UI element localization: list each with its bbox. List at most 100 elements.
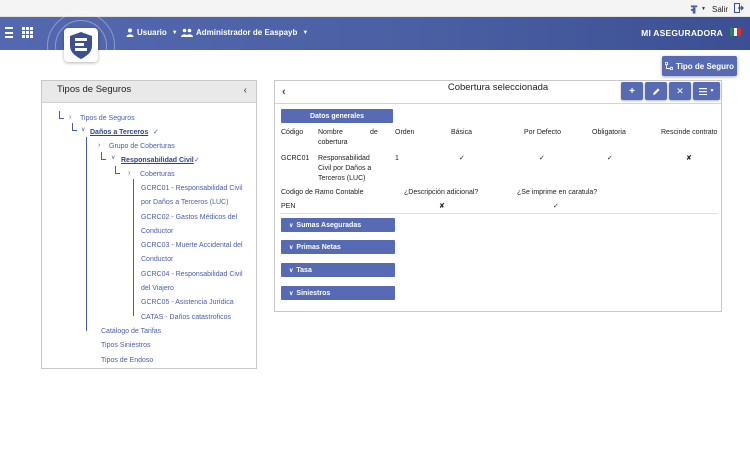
tree-connector	[72, 123, 77, 131]
header-nombre-cont: cobertura	[318, 139, 348, 146]
cell-ramo-contable: PEN	[281, 203, 296, 210]
tasa-section[interactable]: ∨ Tasa	[281, 263, 395, 277]
chevron-right-icon[interactable]: ›	[128, 170, 130, 177]
cell-se-imprime-check: ✓	[553, 203, 559, 210]
divider	[280, 213, 718, 214]
siniestros-section[interactable]: ∨ Siniestros	[281, 286, 395, 300]
cobertura-panel: ‹ Cobertura seleccionada + ✕ ▼ Datos gen…	[274, 80, 722, 312]
cell-nombre-3: Terceros (LUC)	[318, 175, 366, 182]
phone-icon[interactable]: ▼	[690, 4, 706, 15]
chevron-right-icon[interactable]: ›	[98, 142, 100, 149]
apps-grid-icon[interactable]	[22, 27, 33, 38]
cell-obligatoria-check: ✓	[607, 155, 613, 162]
delete-button[interactable]: ✕	[669, 82, 691, 100]
cell-codigo: GCRC01	[281, 155, 310, 162]
mexico-flag-icon[interactable]	[730, 28, 742, 36]
tree-item-grupo-de-coberturas[interactable]: Grupo de Coberturas	[109, 143, 175, 150]
cell-nombre-2: Civil por Daños a	[318, 165, 372, 172]
datos-generales-label: Datos generales	[309, 112, 365, 120]
header-se-imprime: ¿Se imprime en caratula?	[517, 189, 598, 196]
close-icon: ✕	[676, 85, 684, 96]
tree-item-gcrc01-cont[interactable]: por Daños a Terceros (LUC)	[141, 199, 228, 206]
tree-line	[133, 179, 134, 316]
pencil-icon	[652, 87, 660, 95]
top-strip: ▼ Salir	[0, 0, 750, 17]
user-icon	[126, 28, 134, 37]
tree-item-label: Daños a Terceros	[90, 129, 149, 136]
cell-orden: 1	[395, 155, 399, 162]
options-menu-button[interactable]: ▼	[693, 82, 720, 100]
chevron-down-icon[interactable]: ∨	[111, 154, 115, 161]
usuario-menu[interactable]: Usuario ▼	[126, 28, 178, 37]
brand-name: MI ASEGURADORA	[641, 28, 723, 38]
header-nombre: Nombre	[318, 129, 343, 136]
tree-item-catas[interactable]: CATAS - Daños catastroficos	[141, 314, 231, 321]
sumas-aseguradas-section[interactable]: ∨ Sumas Aseguradas	[281, 218, 395, 232]
tree-item-responsabilidad-civil[interactable]: Responsabilidad Civil	[121, 157, 194, 164]
usuario-label: Usuario	[137, 28, 167, 37]
chevron-down-icon: ▼	[171, 29, 178, 36]
tree-item-gcrc04[interactable]: GCRC04 - Responsabilidad Civil	[141, 271, 243, 278]
tipo-de-seguro-label: Tipo de Seguro	[675, 61, 735, 71]
cell-basica-check: ✓	[459, 155, 465, 162]
tree-item-tipos-de-seguros[interactable]: Tipos de Seguros	[80, 115, 135, 122]
tree-item-danos-a-terceros[interactable]: Daños a Terceros	[90, 129, 148, 136]
chevron-down-icon: ▼	[302, 29, 309, 36]
chevron-right-icon[interactable]: ›	[69, 114, 71, 121]
chevron-down-icon: ∨	[289, 290, 294, 297]
edit-button[interactable]	[645, 82, 667, 100]
cell-descripcion-cross: ✘	[439, 203, 445, 210]
chevron-left-icon[interactable]: ‹	[244, 85, 247, 96]
tipos-de-seguros-panel: Tipos de Seguros ‹ › Tipos de Seguros ∨ …	[41, 80, 257, 369]
tree-connector	[115, 166, 120, 174]
header-basica: Básica	[451, 129, 473, 136]
tree-item-gcrc03-cont[interactable]: Conductor	[141, 256, 173, 263]
tree-item-gcrc01[interactable]: GCRC01 - Responsabilidad Civil	[141, 185, 243, 192]
header-codigo: Código	[281, 129, 304, 136]
header-por-defecto: Por Defecto	[524, 129, 561, 136]
tree-item-gcrc03[interactable]: GCRC03 - Muerte Accidental del	[141, 242, 243, 249]
divider	[275, 103, 721, 104]
tree-item-tipos-siniestros[interactable]: Tipos Siniestros	[101, 342, 151, 349]
chevron-down-icon: ∨	[289, 244, 294, 251]
header-descripcion-adicional: ¿Descripción adicional?	[404, 189, 479, 196]
company-logo-icon	[64, 28, 98, 62]
admin-menu[interactable]: Administrador de Easpayb ▼	[181, 28, 308, 37]
users-icon	[181, 28, 193, 37]
panel-header: Tipos de Seguros ‹	[42, 81, 256, 103]
tipo-de-seguro-button[interactable]: Tipo de Seguro	[662, 56, 737, 76]
check-icon: ✓	[153, 129, 159, 136]
check-icon: ✓	[194, 157, 200, 164]
tree-item-gcrc04-cont[interactable]: del Viajero	[141, 285, 174, 292]
cell-rescinde-cross: ✘	[686, 155, 692, 162]
add-button[interactable]: +	[621, 82, 643, 100]
plus-icon: +	[629, 85, 635, 97]
admin-label: Administrador de Easpayb	[196, 28, 298, 37]
tree-item-gcrc05[interactable]: GCRC05 - Asistencia Jurídica	[141, 299, 234, 306]
header-rescinde: Rescinde contrato	[661, 129, 718, 136]
header-obligatoria: Obligatoria	[592, 129, 626, 136]
tree-item-gcrc02-cont[interactable]: Conductor	[141, 228, 173, 235]
cell-nombre-1: Responsabilidad	[318, 155, 370, 162]
chevron-down-icon[interactable]: ∨	[81, 126, 85, 133]
header-nombre-de: de	[370, 129, 378, 136]
tree-item-tipos-de-endoso[interactable]: Tipos de Endoso	[101, 357, 153, 364]
network-icon	[664, 62, 673, 70]
tree-item-label: Responsabilidad Civil	[121, 157, 194, 164]
section-label: Sumas Aseguradas	[296, 221, 362, 229]
section-label: Tasa	[296, 266, 312, 274]
datos-generales-tab[interactable]: Datos generales	[281, 109, 393, 123]
chevron-down-icon: ∨	[289, 222, 294, 229]
app-header: Usuario ▼ Administrador de Easpayb ▼ MI …	[0, 12, 750, 80]
tree-item-gcrc02[interactable]: GCRC02 - Gastos Médicos del	[141, 214, 237, 221]
tree-item-coberturas[interactable]: Coberturas	[140, 171, 175, 178]
salir-link[interactable]: Salir	[712, 5, 728, 14]
hamburger-menu-icon[interactable]	[5, 27, 13, 38]
tree-item-catalogo-de-tarifas[interactable]: Catálogo de Tarifas	[101, 328, 161, 335]
section-label: Primas Netas	[296, 243, 341, 251]
header-orden: Orden	[395, 129, 415, 136]
panel-title: Tipos de Seguros	[57, 84, 132, 95]
primas-netas-section[interactable]: ∨ Primas Netas	[281, 240, 395, 254]
top-strip-actions: ▼ Salir	[690, 3, 744, 15]
logout-icon[interactable]	[734, 3, 744, 15]
